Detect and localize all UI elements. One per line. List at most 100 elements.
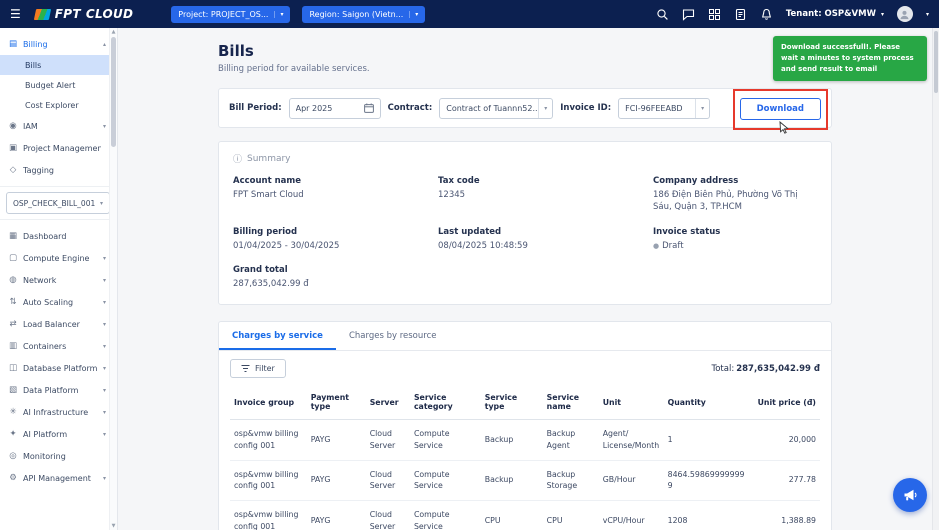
tenant-selector[interactable]: Tenant: OSP&VMW ▾ xyxy=(786,9,884,19)
total-value: 287,635,042.99 đ xyxy=(736,364,820,374)
chat-icon[interactable] xyxy=(682,8,695,21)
tab-charges-by-resource[interactable]: Charges by resource xyxy=(336,322,450,350)
sidebar-item-tagging[interactable]: ◇ Tagging xyxy=(0,159,117,181)
sidebar-item-billing[interactable]: ▤ Billing ▴ xyxy=(0,33,117,55)
chevron-down-icon: ▾ xyxy=(103,321,106,328)
cell: Cloud Server xyxy=(366,460,410,500)
cell: 1,388.89 xyxy=(749,501,820,530)
filter-bar: Bill Period: Contract: Contract of Tuann… xyxy=(218,88,832,128)
cell: osp&vmw billing config 001 xyxy=(230,460,307,500)
region-selector-label: Region: Saigon (Vietn... xyxy=(309,10,403,19)
chevron-down-icon: ▾ xyxy=(103,365,106,372)
feedback-fab[interactable] xyxy=(893,478,927,512)
region-selector[interactable]: Region: Saigon (Vietn... ▾ xyxy=(302,6,425,23)
cell: Compute Service xyxy=(410,460,481,500)
sidebar-item-network[interactable]: ◍ Network ▾ xyxy=(0,269,117,291)
chevron-down-icon[interactable]: ▾ xyxy=(926,11,929,18)
sidebar-scrollbar-thumb[interactable] xyxy=(111,37,116,147)
bill-period-input[interactable] xyxy=(289,98,381,119)
field-label: Tax code xyxy=(438,176,653,186)
sidebar-item-monitoring[interactable]: ◎ Monitoring xyxy=(0,445,117,467)
col-header: Server xyxy=(366,385,410,420)
sidebar-item-ai-platform[interactable]: ✦ AI Platform ▾ xyxy=(0,423,117,445)
sidebar-item-label: Auto Scaling xyxy=(23,298,98,307)
chevron-down-icon: ▾ xyxy=(103,123,106,130)
col-header: Service type xyxy=(481,385,543,420)
sidebar-item-cost-explorer[interactable]: Cost Explorer xyxy=(0,95,117,115)
chevron-down-icon: ▾ xyxy=(103,255,106,262)
hamburger-menu-icon[interactable]: ☰ xyxy=(10,7,21,21)
dashboard-icon: ▦ xyxy=(8,231,18,241)
sidebar-item-label: Network xyxy=(23,276,98,285)
sidebar-item-label: Dashboard xyxy=(23,232,101,241)
page-scrollbar[interactable] xyxy=(932,28,939,530)
sidebar-item-database-platform[interactable]: ◫ Database Platform ▾ xyxy=(0,357,117,379)
field-tax-code: Tax code 12345 xyxy=(438,176,653,214)
cell: Compute Service xyxy=(410,420,481,460)
sidebar-item-compute-engine[interactable]: ▢ Compute Engine ▾ xyxy=(0,247,117,269)
filter-button-label: Filter xyxy=(255,364,275,373)
sidebar-item-label: Project Management xyxy=(23,144,101,153)
sidebar-item-label: Compute Engine xyxy=(23,254,98,263)
changelog-icon[interactable] xyxy=(734,8,747,21)
sidebar-item-project-management[interactable]: ▣ Project Management xyxy=(0,137,117,159)
project-selector[interactable]: Project: PROJECT_OS... ▾ xyxy=(171,6,290,23)
sidebar-item-data-platform[interactable]: ▧ Data Platform ▾ xyxy=(0,379,117,401)
main-content: Download successfull!. Please wait a min… xyxy=(118,28,939,530)
sidebar-item-label: Containers xyxy=(23,342,98,351)
page-title: Bills xyxy=(218,42,832,60)
cell: 1 xyxy=(664,420,750,460)
avatar[interactable] xyxy=(897,6,913,22)
field-label: Company address xyxy=(653,176,817,186)
contract-select-value: Contract of Tuannn52... xyxy=(446,104,538,113)
tab-charges-by-service[interactable]: Charges by service xyxy=(219,322,336,350)
sidebar-item-dashboard[interactable]: ▦ Dashboard xyxy=(0,225,117,247)
topbar-actions: Tenant: OSP&VMW ▾ ▾ xyxy=(656,6,929,22)
cell: Backup xyxy=(481,460,543,500)
support-icon[interactable] xyxy=(656,8,669,21)
col-header: Invoice group xyxy=(230,385,307,420)
download-button[interactable]: Download xyxy=(740,98,821,120)
sidebar-item-auto-scaling[interactable]: ⇅ Auto Scaling ▾ xyxy=(0,291,117,313)
scroll-up-icon[interactable]: ▲ xyxy=(112,29,116,35)
field-grand-total: Grand total 287,635,042.99 đ xyxy=(233,265,438,290)
bill-period-value[interactable] xyxy=(296,104,352,113)
sidebar-project-select[interactable]: OSP_CHECK_BILL_001 ▾ xyxy=(6,192,110,214)
field-billing-period: Billing period 01/04/2025 - 30/04/2025 xyxy=(233,227,438,252)
col-header: Payment type xyxy=(307,385,366,420)
sidebar-item-bills[interactable]: Bills xyxy=(0,55,117,75)
ai-infrastructure-icon: ✳ xyxy=(8,407,18,417)
sidebar-item-label: Bills xyxy=(25,61,41,70)
sidebar-item-label: Data Platform xyxy=(23,386,98,395)
cell: Cloud Server xyxy=(366,420,410,460)
sidebar-item-ai-infrastructure[interactable]: ✳ AI Infrastructure ▾ xyxy=(0,401,117,423)
sidebar-item-iam[interactable]: ◉ IAM ▾ xyxy=(0,115,117,137)
summary-card: ⓘ Summary Account name FPT Smart Cloud T… xyxy=(218,141,832,305)
sidebar-item-containers[interactable]: ▥ Containers ▾ xyxy=(0,335,117,357)
field-value: FPT Smart Cloud xyxy=(233,189,438,201)
chevron-down-icon: ▾ xyxy=(274,11,283,18)
calendar-icon[interactable] xyxy=(364,103,374,113)
cell: CPU xyxy=(481,501,543,530)
chevron-down-icon: ▾ xyxy=(881,11,884,18)
filter-button[interactable]: Filter xyxy=(230,359,286,378)
cell: Agent/ License/Month xyxy=(599,420,664,460)
notification-bell-icon[interactable] xyxy=(760,8,773,21)
total-amount: Total:287,635,042.99 đ xyxy=(711,364,820,374)
contract-select[interactable]: Contract of Tuannn52... ▾ xyxy=(439,98,553,119)
field-value: 186 Điện Biên Phủ, Phường Võ Thị Sáu, Qu… xyxy=(653,189,817,214)
chevron-down-icon: ▾ xyxy=(103,343,106,350)
scroll-down-icon[interactable]: ▼ xyxy=(112,523,116,529)
brand-cloud-text: CLOUD xyxy=(86,7,133,21)
apps-grid-icon[interactable] xyxy=(708,8,721,21)
status-badge: ●Draft xyxy=(653,240,817,252)
download-button-area: Download xyxy=(740,96,821,120)
invoice-id-select[interactable]: FCI-96FEEABD ▾ xyxy=(618,98,710,119)
sidebar-item-budget-alert[interactable]: Budget Alert xyxy=(0,75,117,95)
page-subtitle: Billing period for available services. xyxy=(218,64,832,74)
page-scrollbar-thumb[interactable] xyxy=(934,31,938,93)
sidebar-item-load-balancer[interactable]: ⇄ Load Balancer ▾ xyxy=(0,313,117,335)
sidebar-item-label: Cost Explorer xyxy=(25,101,79,110)
field-invoice-status: Invoice status ●Draft xyxy=(653,227,817,252)
sidebar-item-api-management[interactable]: ⚙ API Management ▾ xyxy=(0,467,117,489)
